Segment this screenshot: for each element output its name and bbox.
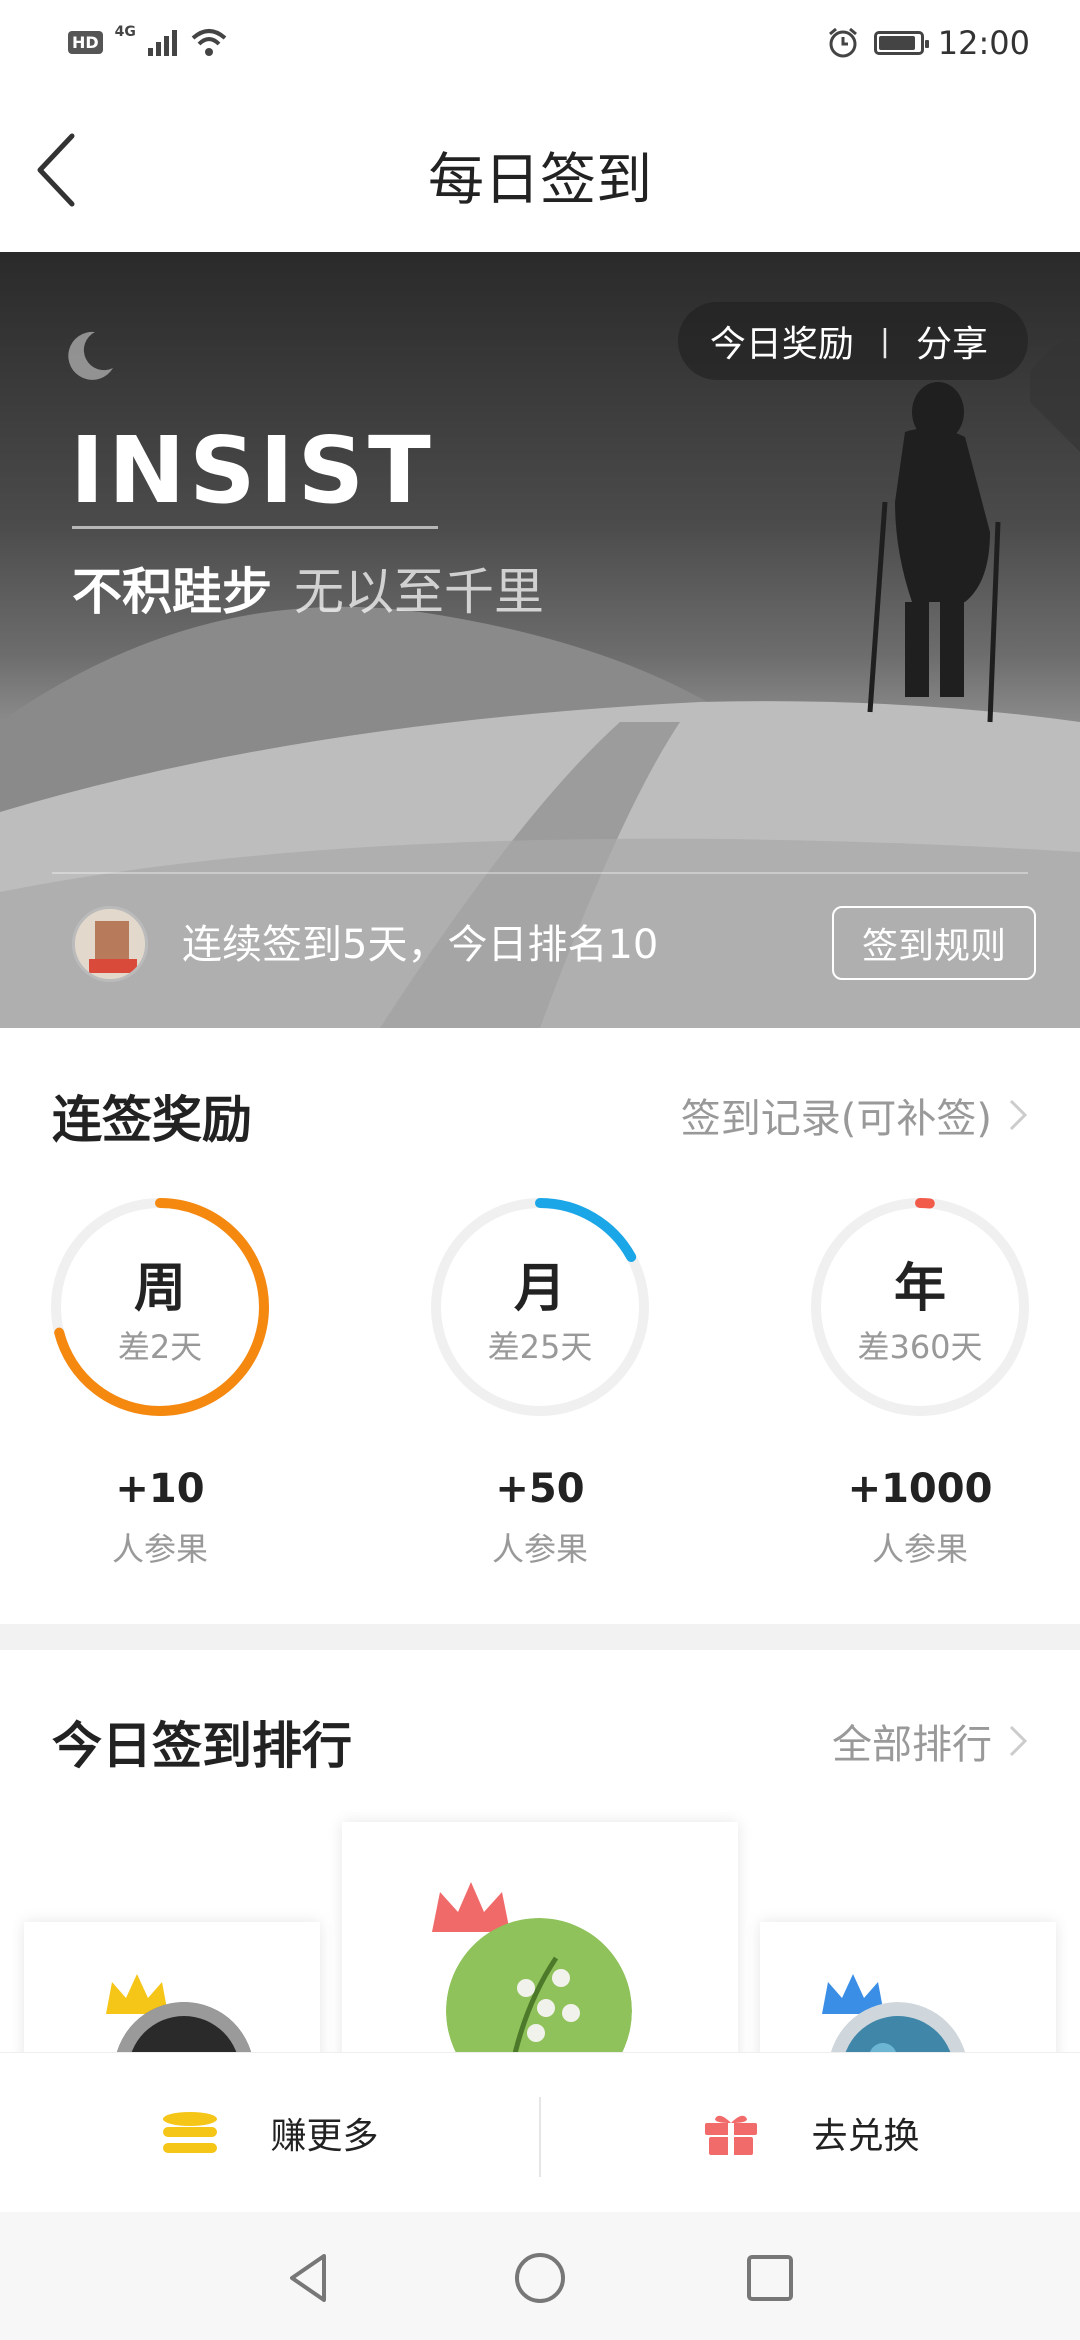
hiker-figure [867, 382, 1001, 723]
progress-ring: 年 差360天 [807, 1194, 1033, 1420]
period-label: 月 [513, 1259, 566, 1319]
reward-points: +50 [495, 1466, 585, 1512]
progress-ring: 月 差25天 [427, 1194, 653, 1420]
nav-back-icon[interactable] [280, 2248, 340, 2308]
reward-label: 人参果 [871, 1530, 968, 1568]
section-title: 连签奖励 [52, 1091, 252, 1149]
hero-divider [52, 872, 1028, 874]
slogan-light: 无以至千里 [294, 563, 544, 621]
reward-week[interactable]: 周 差2天 +10 人参果 [10, 1194, 310, 1570]
gift-icon [705, 2115, 758, 2155]
earn-more-label: 赚更多 [270, 2116, 379, 2157]
status-right: 12:00 [826, 24, 1030, 62]
chevron-right-icon [1009, 1099, 1028, 1131]
rank-card-third[interactable] [760, 1922, 1056, 2052]
all-ranking-link[interactable]: 全部排行 [832, 1712, 1028, 1770]
all-ranking-label: 全部排行 [832, 1722, 992, 1768]
days-remaining: 差25天 [487, 1328, 593, 1366]
sign-in-record-link[interactable]: 签到记录(可补签) [681, 1086, 1028, 1144]
reward-month[interactable]: 月 差25天 +50 人参果 [390, 1194, 690, 1570]
page-title: 每日签到 [428, 148, 652, 213]
days-remaining: 差2天 [117, 1328, 203, 1366]
signal-icon [147, 28, 177, 56]
wifi-icon [191, 29, 227, 56]
redeem-button[interactable]: 去兑换 [541, 2053, 1080, 2213]
avatar[interactable] [72, 906, 148, 982]
headline-underline [72, 526, 438, 529]
hero-action-pill: 今日奖励 | 分享 [677, 302, 1028, 380]
days-remaining: 差360天 [857, 1328, 983, 1366]
sign-in-rules-button[interactable]: 签到规则 [832, 906, 1036, 980]
nav-home-icon[interactable] [510, 2248, 570, 2308]
sign-in-record-label: 签到记录(可补签) [680, 1096, 992, 1142]
top-header: 每日签到 [0, 90, 1080, 252]
separator: | [879, 323, 890, 359]
streak-status: 连续签到5天，今日排名10 [182, 922, 659, 968]
battery-icon [873, 31, 929, 55]
status-bar: HD 4G 12:00 [0, 0, 1080, 90]
streak-rewards-section: 连签奖励 签到记录(可补签) 周 差2天 +10 人参果 月 差25天 +50 [0, 1028, 1080, 1624]
coin-stack-icon [163, 2112, 218, 2153]
rank-card-second[interactable] [24, 1922, 320, 2052]
reward-points: +10 [115, 1466, 205, 1512]
system-navigation-bar [0, 2212, 1080, 2340]
progress-ring: 周 差2天 [47, 1194, 273, 1420]
hero-headline: INSIST [70, 417, 435, 524]
status-left: HD 4G [68, 24, 229, 58]
reward-year[interactable]: 年 差360天 +1000 人参果 [770, 1194, 1070, 1570]
hero-banner: 今日奖励 | 分享 INSIST 不积跬步 无以至千里 连续签到5天，今日排名10… [0, 252, 1080, 1028]
today-reward-link[interactable]: 今日奖励 [710, 315, 854, 367]
earn-more-button[interactable]: 赚更多 [0, 2053, 539, 2213]
clock: 12:00 [937, 24, 1030, 62]
reward-label: 人参果 [491, 1530, 588, 1568]
avatar [446, 1918, 632, 2052]
redeem-label: 去兑换 [811, 2116, 920, 2157]
rank-card-first[interactable] [342, 1822, 738, 2052]
slogan-bold: 不积跬步 [72, 563, 272, 621]
section-divider [0, 1624, 1080, 1650]
hero-slogan: 不积跬步 无以至千里 [72, 552, 544, 624]
period-label: 年 [893, 1259, 946, 1319]
today-ranking-section: 今日签到排行 全部排行 [0, 1650, 1080, 2052]
hd-icon: HD [68, 30, 103, 54]
chevron-right-icon [1009, 1725, 1028, 1757]
share-link[interactable]: 分享 [916, 315, 988, 367]
period-label: 周 [133, 1259, 186, 1319]
network-type: 4G [114, 24, 136, 40]
alarm-icon [828, 27, 857, 58]
reward-points: +1000 [847, 1466, 993, 1512]
bottom-action-bar: 赚更多 去兑换 [0, 2052, 1080, 2213]
section-title: 今日签到排行 [52, 1717, 352, 1775]
nav-recent-icon[interactable] [740, 2248, 800, 2308]
reward-label: 人参果 [111, 1530, 208, 1568]
